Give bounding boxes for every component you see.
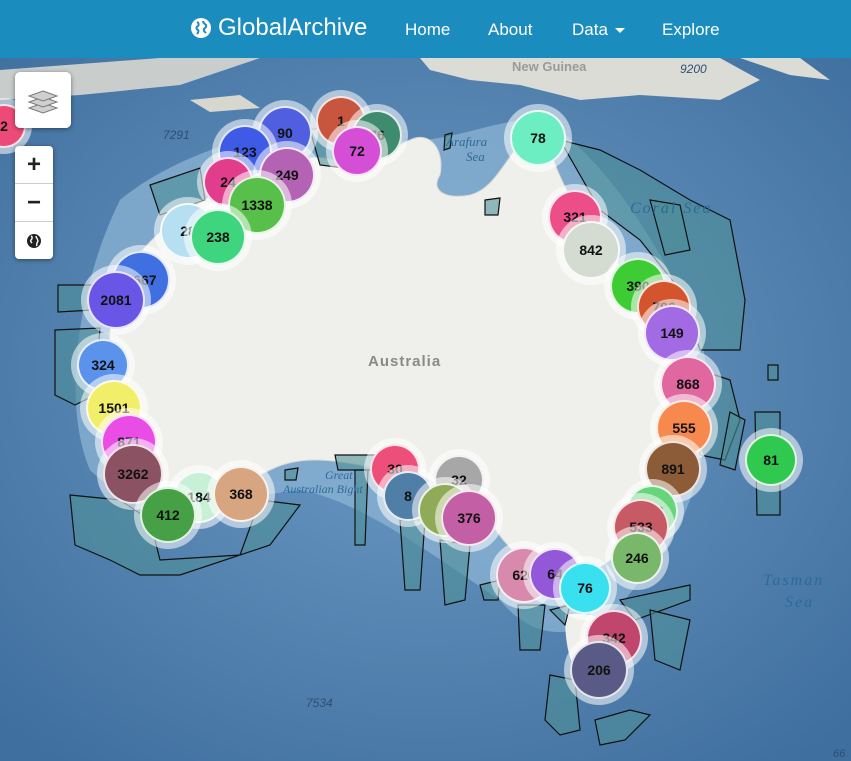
zoom-out-button[interactable]: − [15, 184, 53, 222]
cluster-count: 72 [349, 143, 365, 159]
label-new-guinea: New Guinea [512, 59, 587, 74]
nav-explore-link[interactable]: Explore [662, 20, 720, 40]
chevron-down-icon [614, 28, 625, 34]
cluster-count: 249 [275, 167, 299, 183]
brand-logo[interactable]: GlobalArchive [190, 14, 367, 42]
cluster-marker[interactable]: 78 [510, 110, 566, 166]
cluster-marker[interactable]: 2081 [87, 271, 145, 329]
cluster-count: 376 [457, 510, 481, 526]
map-canvas[interactable]: Australia New Guinea Arafura Sea Coral S… [0, 58, 851, 761]
cluster-count: 324 [91, 357, 115, 373]
world-view-button[interactable] [15, 222, 53, 259]
depth-label: 66 [833, 748, 846, 760]
layers-button[interactable] [15, 72, 71, 128]
cluster-count: 238 [206, 229, 230, 245]
zoom-control: + − [15, 146, 53, 259]
nav-home-link[interactable]: Home [405, 20, 450, 40]
cluster-marker[interactable]: 76 [559, 562, 611, 614]
cluster-marker[interactable]: 376 [441, 490, 497, 546]
cluster-count: 8 [404, 488, 412, 504]
cluster-count: 81 [763, 452, 779, 468]
label-australian-bight: Australian Bight [283, 482, 363, 496]
cluster-count: 1338 [241, 197, 273, 213]
depth-label: 7291 [163, 128, 190, 142]
cluster-count: 246 [625, 550, 649, 566]
brand-name: GlobalArchive [218, 14, 368, 41]
cluster-count: 368 [229, 486, 253, 502]
cluster-count: 2081 [100, 292, 132, 308]
cluster-count: 90 [277, 125, 293, 141]
cluster-count: 78 [530, 130, 546, 146]
cluster-count: 123 [233, 144, 257, 160]
cluster-count: 842 [579, 242, 603, 258]
label-great: Great [325, 468, 353, 482]
top-navbar: GlobalArchive Home About Data Explore [0, 0, 851, 58]
nav-data-dropdown[interactable]: Data [572, 20, 625, 40]
cluster-count: 149 [660, 325, 684, 341]
layers-icon [27, 90, 59, 114]
cluster-count: 1 [337, 113, 345, 129]
cluster-count: 868 [676, 376, 700, 392]
label-tasman-sea: Sea [785, 594, 815, 611]
cluster-count: 206 [587, 662, 611, 678]
cluster-count: 2 [0, 118, 8, 134]
cluster-marker[interactable]: 238 [190, 209, 246, 265]
cluster-count: 412 [156, 507, 180, 523]
cluster-marker[interactable]: 81 [745, 434, 797, 486]
globe-icon [27, 233, 41, 248]
label-arafura-sea: Sea [466, 149, 485, 164]
depth-label: 9200 [680, 62, 707, 76]
label-australia: Australia [368, 353, 442, 370]
cluster-marker[interactable]: 412 [140, 487, 196, 543]
label-arafura: Arafura [446, 134, 488, 149]
minus-icon: − [26, 188, 41, 216]
zoom-in-button[interactable]: + [15, 146, 53, 184]
label-tasman: Tasman [763, 572, 825, 589]
label-coral-sea: Coral Sea [630, 200, 713, 217]
nav-data-label: Data [572, 20, 608, 39]
cluster-count: 76 [577, 580, 593, 596]
cluster-marker[interactable]: 368 [213, 466, 269, 522]
cluster-count: 891 [661, 461, 685, 477]
nav-about-link[interactable]: About [488, 20, 532, 40]
cluster-marker[interactable]: 206 [570, 641, 628, 699]
globe-icon [191, 18, 211, 38]
cluster-marker[interactable]: 246 [611, 532, 663, 584]
cluster-count: 3262 [117, 466, 149, 482]
cluster-marker[interactable]: 72 [332, 126, 382, 176]
cluster-marker[interactable]: 842 [562, 221, 620, 279]
plus-icon: + [26, 150, 41, 178]
cluster-count: 555 [672, 420, 696, 436]
cluster-marker[interactable]: 149 [644, 305, 700, 361]
depth-label: 7534 [306, 696, 333, 710]
